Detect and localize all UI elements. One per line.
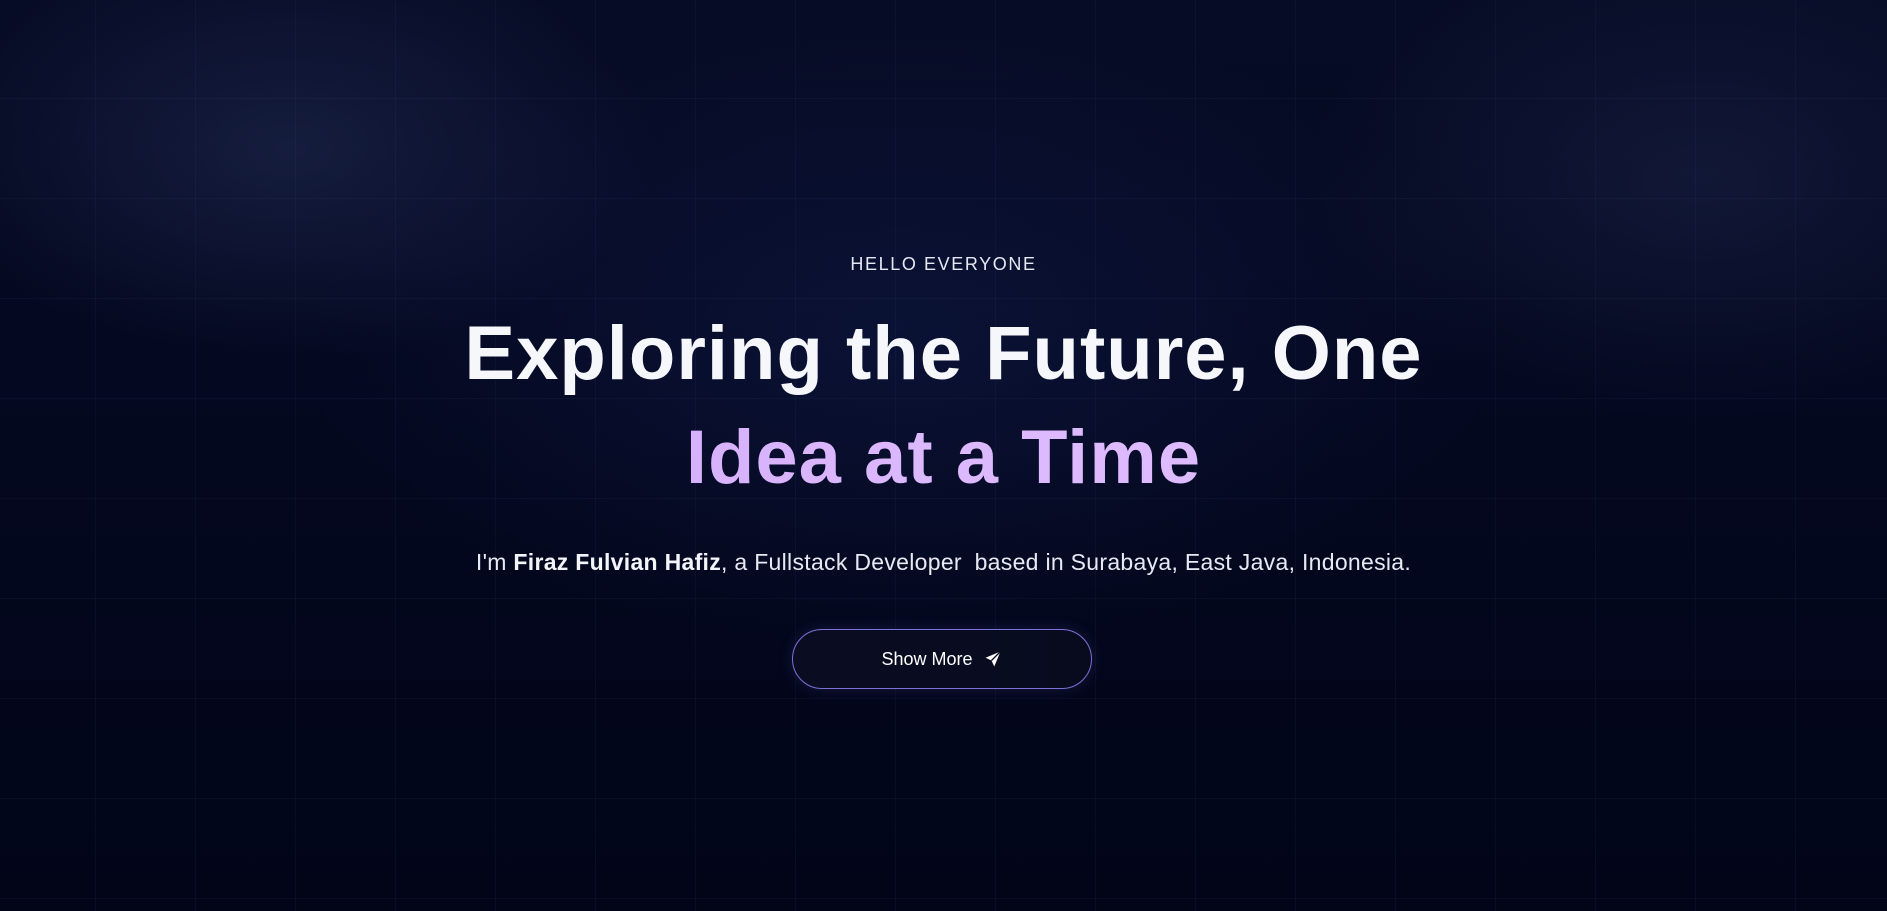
intro-prefix: I'm <box>475 549 514 575</box>
show-more-button[interactable]: Show More <box>792 629 1092 689</box>
hero-section: HELLO EVERYONE Exploring the Future, One… <box>0 0 1887 911</box>
show-more-label: Show More <box>881 648 973 669</box>
intro-role: , a Fullstack Developer <box>721 549 962 575</box>
send-icon <box>983 649 1003 669</box>
headline-line-1: Exploring the Future, One <box>464 311 1423 396</box>
intro-name: Firaz Fulvian Hafiz <box>513 549 722 575</box>
hero-intro: I'm Firaz Fulvian Hafiz, a Fullstack Dev… <box>0 549 1887 576</box>
intro-location: based in Surabaya, East Java, Indonesia. <box>974 549 1412 575</box>
hero-headline: Exploring the Future, One Idea at a Time <box>0 302 1887 510</box>
headline-line-2-accent: Idea at a Time <box>0 406 1887 510</box>
hero-eyebrow: HELLO EVERYONE <box>850 254 1037 274</box>
